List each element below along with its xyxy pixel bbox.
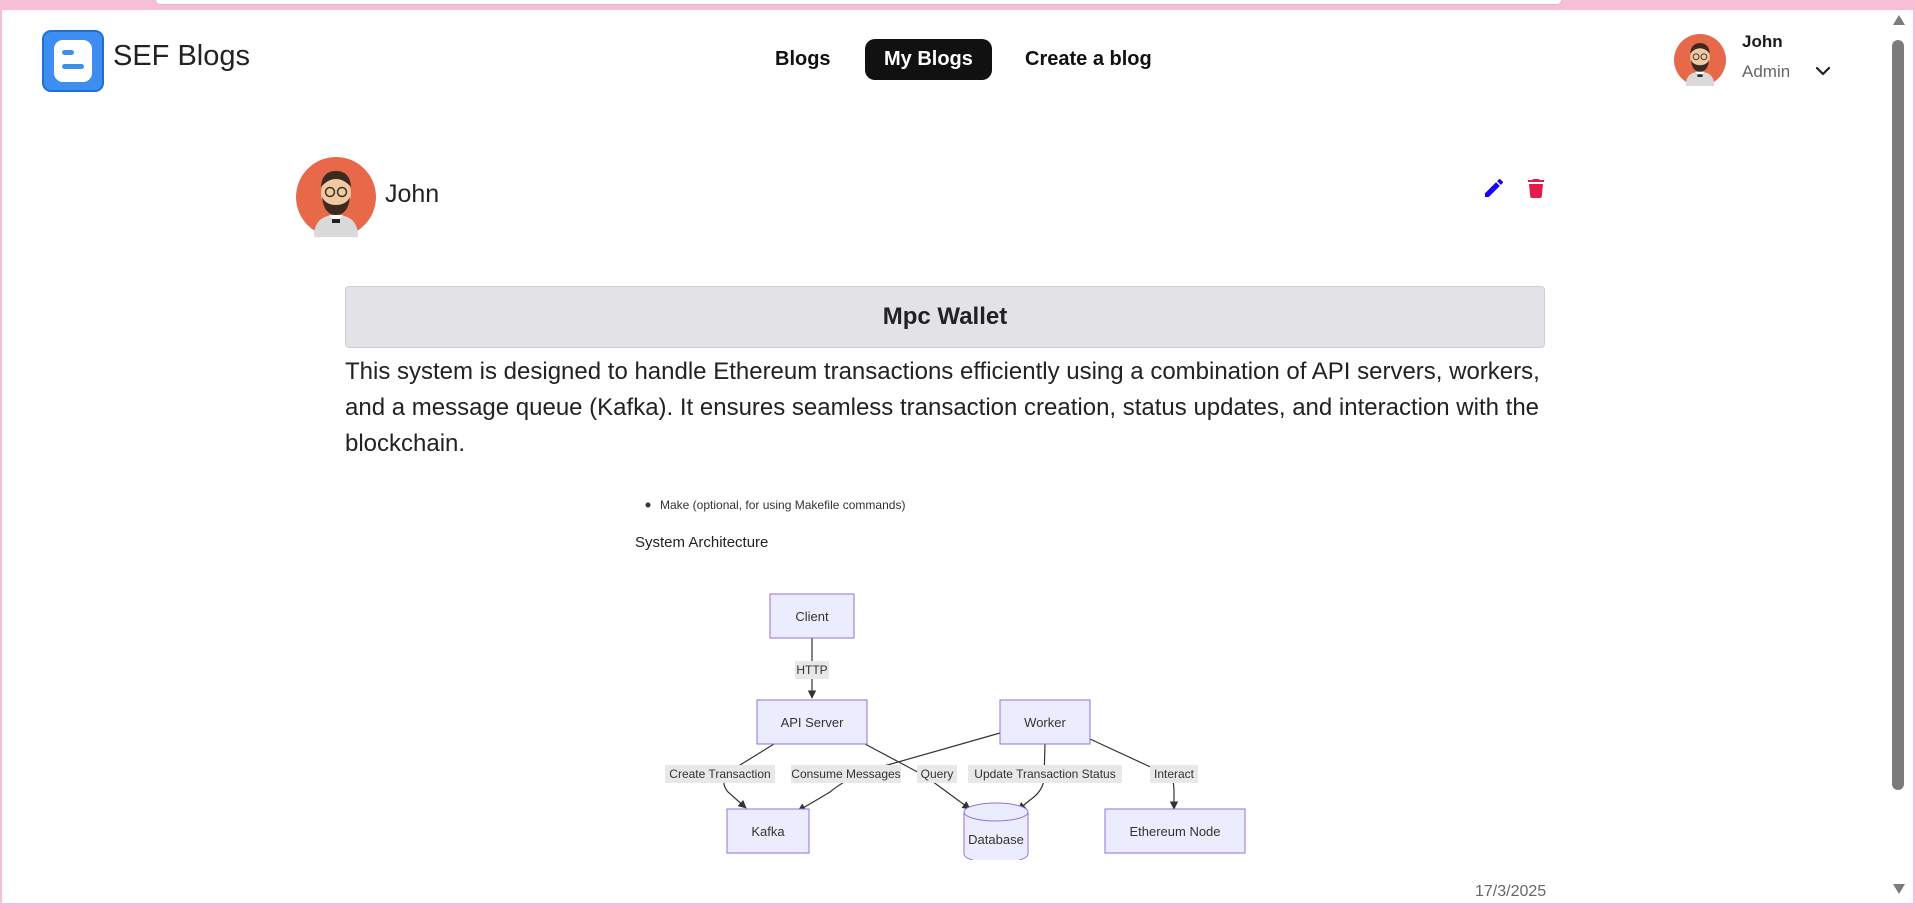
- post-date: 17/3/2025: [1475, 883, 1547, 900]
- scrollbar-thumb[interactable]: [1892, 40, 1904, 790]
- brand-name[interactable]: SEF Blogs: [113, 40, 250, 73]
- edge-label-interact: Interact: [1154, 767, 1195, 781]
- edge-label-http: HTTP: [796, 663, 827, 677]
- scroll-up-arrow-icon[interactable]: [1891, 13, 1907, 27]
- edit-icon[interactable]: [1482, 176, 1506, 200]
- diagram-bullet: Make (optional, for using Makefile comma…: [660, 498, 905, 512]
- user-name[interactable]: John: [1742, 32, 1783, 52]
- post-author: John: [385, 180, 440, 208]
- chevron-down-icon[interactable]: [1814, 64, 1832, 78]
- architecture-diagram: Make (optional, for using Makefile comma…: [635, 498, 1246, 860]
- diagram-heading: System Architecture: [635, 534, 768, 551]
- author-avatar: [296, 157, 376, 237]
- scroll-down-arrow-icon[interactable]: [1891, 882, 1907, 896]
- user-avatar[interactable]: [1674, 34, 1726, 86]
- blogger-logo-icon[interactable]: [42, 30, 104, 92]
- node-api-server-label: API Server: [781, 715, 845, 730]
- edge-label-create-transaction: Create Transaction: [669, 767, 770, 781]
- node-ethereum-node-label: Ethereum Node: [1129, 824, 1220, 839]
- user-role: Admin: [1742, 62, 1791, 81]
- node-kafka-label: Kafka: [751, 824, 785, 839]
- post-title: Mpc Wallet: [345, 286, 1545, 348]
- edge-label-update-status: Update Transaction Status: [974, 767, 1115, 781]
- nav-create-blog[interactable]: Create a blog: [1006, 39, 1171, 80]
- node-client-label: Client: [795, 609, 829, 624]
- bullet-dot: [645, 502, 651, 508]
- browser-top-strip: [155, 0, 1562, 5]
- edge-label-consume-messages: Consume Messages: [791, 767, 900, 781]
- node-worker-label: Worker: [1024, 715, 1066, 730]
- nav-my-blogs[interactable]: My Blogs: [865, 39, 992, 80]
- node-database-label: Database: [968, 832, 1024, 847]
- delete-icon[interactable]: [1524, 176, 1548, 200]
- node-database-top: [963, 802, 1029, 822]
- post-body: This system is designed to handle Ethere…: [345, 358, 1540, 457]
- edge-label-query: Query: [921, 767, 954, 781]
- nav-blogs[interactable]: Blogs: [756, 39, 850, 80]
- page-viewport: SEF Blogs Blogs My Blogs Create a blog J…: [2, 10, 1893, 903]
